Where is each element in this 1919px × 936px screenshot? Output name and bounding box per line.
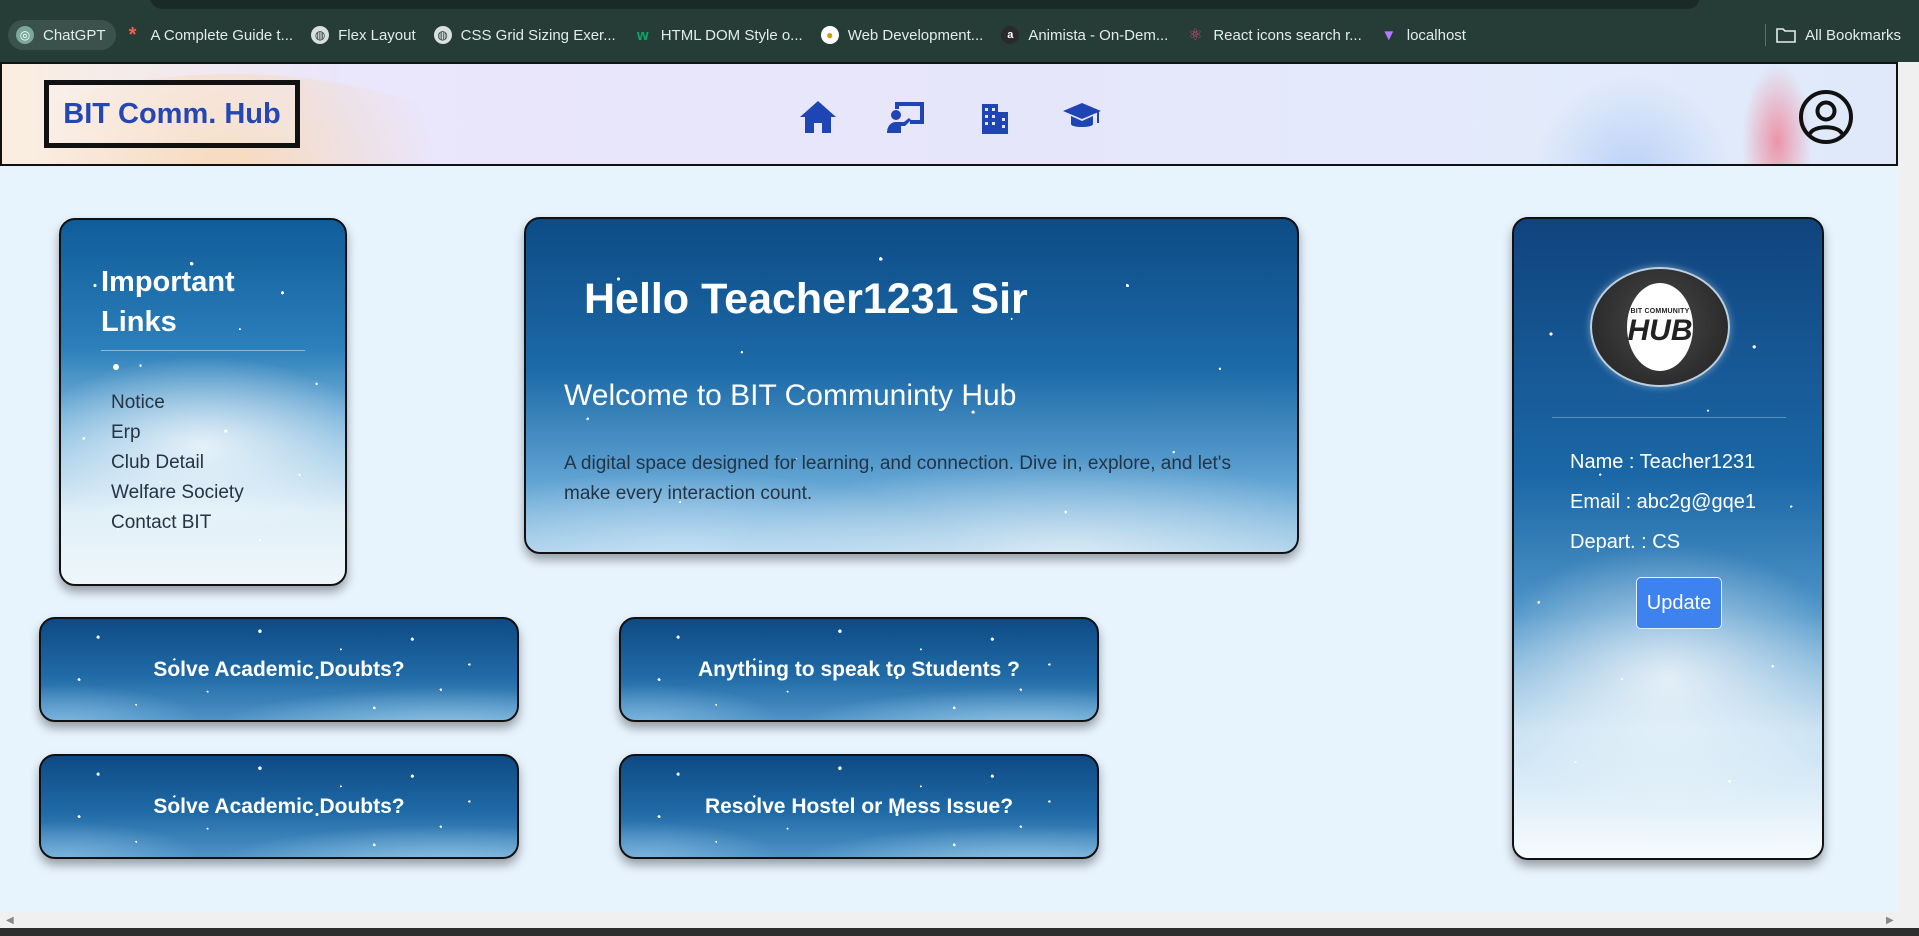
important-links-list: Notice Erp Club Detail Welfare Society C… <box>111 388 244 538</box>
hostel-mess-issue-button[interactable]: Resolve Hostel or Mess Issue? <box>619 754 1099 859</box>
teacher-icon[interactable] <box>886 98 926 136</box>
link-welfare-society[interactable]: Welfare Society <box>111 478 244 508</box>
scroll-right-arrow-icon[interactable]: ▶ <box>1886 915 1894 926</box>
welcome-description: A digital space designed for learning, a… <box>564 453 1231 504</box>
site-icon: ● <box>820 26 839 44</box>
graduation-cap-icon[interactable] <box>1062 98 1102 136</box>
folder-icon <box>1776 28 1796 43</box>
brand-logo[interactable]: BIT Comm. Hub <box>44 80 300 148</box>
welcome-hero-card: Hello Teacher1231 Sir Welcome to BIT Com… <box>524 217 1299 554</box>
divider <box>1552 417 1786 418</box>
profile-name: Name : Teacher1231 <box>1570 451 1756 473</box>
bookmark-css-grid[interactable]: ◍ CSS Grid Sizing Exer... <box>426 20 626 50</box>
navbar: BIT Comm. Hub <box>0 62 1898 166</box>
bookmarks-bar: ◎ ChatGPT * A Complete Guide t... ◍ Flex… <box>0 19 1919 51</box>
link-contact-bit[interactable]: Contact BIT <box>111 508 244 538</box>
link-club-detail[interactable]: Club Detail <box>111 448 244 478</box>
horizontal-scrollbar[interactable]: ◀ ▶ <box>0 912 1919 928</box>
bookmark-localhost[interactable]: ▼ localhost <box>1372 20 1476 50</box>
button-label: Anything to speak to Students ? <box>697 657 1020 681</box>
solve-academic-doubts-button-2[interactable]: Solve Academic Doubts? <box>39 754 519 859</box>
bookmarks-separator <box>1765 24 1767 46</box>
nav-icon-group <box>798 98 1102 136</box>
greeting-heading: Hello Teacher1231 Sir <box>584 275 1028 323</box>
vite-icon: ▼ <box>1381 26 1397 44</box>
w3schools-icon: w <box>636 26 649 44</box>
link-erp[interactable]: Erp <box>111 418 244 448</box>
user-circle-icon[interactable] <box>1798 89 1854 145</box>
avatar: BIT COMMUNITY HUB <box>1590 267 1730 387</box>
important-links-card: Important Links Notice Erp Club Detail W… <box>59 218 347 586</box>
divider <box>101 350 305 351</box>
chatgpt-icon: ◎ <box>16 26 34 44</box>
address-bar[interactable] <box>150 0 1700 9</box>
button-label: Resolve Hostel or Mess Issue? <box>704 794 1014 818</box>
hub-logo: BIT COMMUNITY HUB <box>1627 283 1693 371</box>
react-icon: ⚛ <box>1188 27 1203 44</box>
profile-card: BIT COMMUNITY HUB Name : Teacher1231 Ema… <box>1512 217 1824 860</box>
navbar-bg-blob <box>1532 74 1732 164</box>
bullet <box>113 364 119 370</box>
link-notice[interactable]: Notice <box>111 388 244 418</box>
profile-department: Depart. : CS <box>1570 531 1681 553</box>
button-label: Solve Academic Doubts? <box>153 657 405 681</box>
update-button[interactable]: Update <box>1636 577 1722 629</box>
profile-email: Email : abc2g@gqe1 <box>1570 491 1756 513</box>
scroll-left-arrow-icon[interactable]: ◀ <box>6 915 14 926</box>
button-label: Solve Academic Doubts? <box>153 794 405 818</box>
solve-academic-doubts-button[interactable]: Solve Academic Doubts? <box>39 617 519 722</box>
browser-chrome: ◎ ChatGPT * A Complete Guide t... ◍ Flex… <box>0 0 1919 62</box>
bookmark-chatgpt[interactable]: ◎ ChatGPT <box>8 20 116 50</box>
vertical-scrollbar[interactable] <box>1898 62 1919 912</box>
taskbar-edge <box>0 928 1919 936</box>
bookmark-complete-guide[interactable]: * A Complete Guide t... <box>116 20 304 50</box>
home-icon[interactable] <box>798 98 838 136</box>
globe-icon: ◍ <box>311 26 330 44</box>
asterisk-icon: * <box>128 23 137 46</box>
globe-icon: ◍ <box>433 26 452 44</box>
important-links-title: Important Links <box>101 266 235 338</box>
building-icon[interactable] <box>974 98 1014 136</box>
speak-to-students-button[interactable]: Anything to speak to Students ? <box>619 617 1099 722</box>
all-bookmarks[interactable]: All Bookmarks <box>1765 24 1901 46</box>
welcome-heading: Welcome to BIT Communinty Hub <box>564 379 1017 412</box>
bookmark-react-icons[interactable]: ⚛ React icons search r... <box>1178 20 1371 50</box>
bookmark-web-dev[interactable]: ● Web Development... <box>813 20 994 50</box>
bookmark-html-dom[interactable]: w HTML DOM Style o... <box>626 20 813 50</box>
animista-icon: a <box>1001 26 1020 44</box>
bookmark-flex-layout[interactable]: ◍ Flex Layout <box>303 20 426 50</box>
bookmark-animista[interactable]: a Animista - On-Dem... <box>993 20 1178 50</box>
